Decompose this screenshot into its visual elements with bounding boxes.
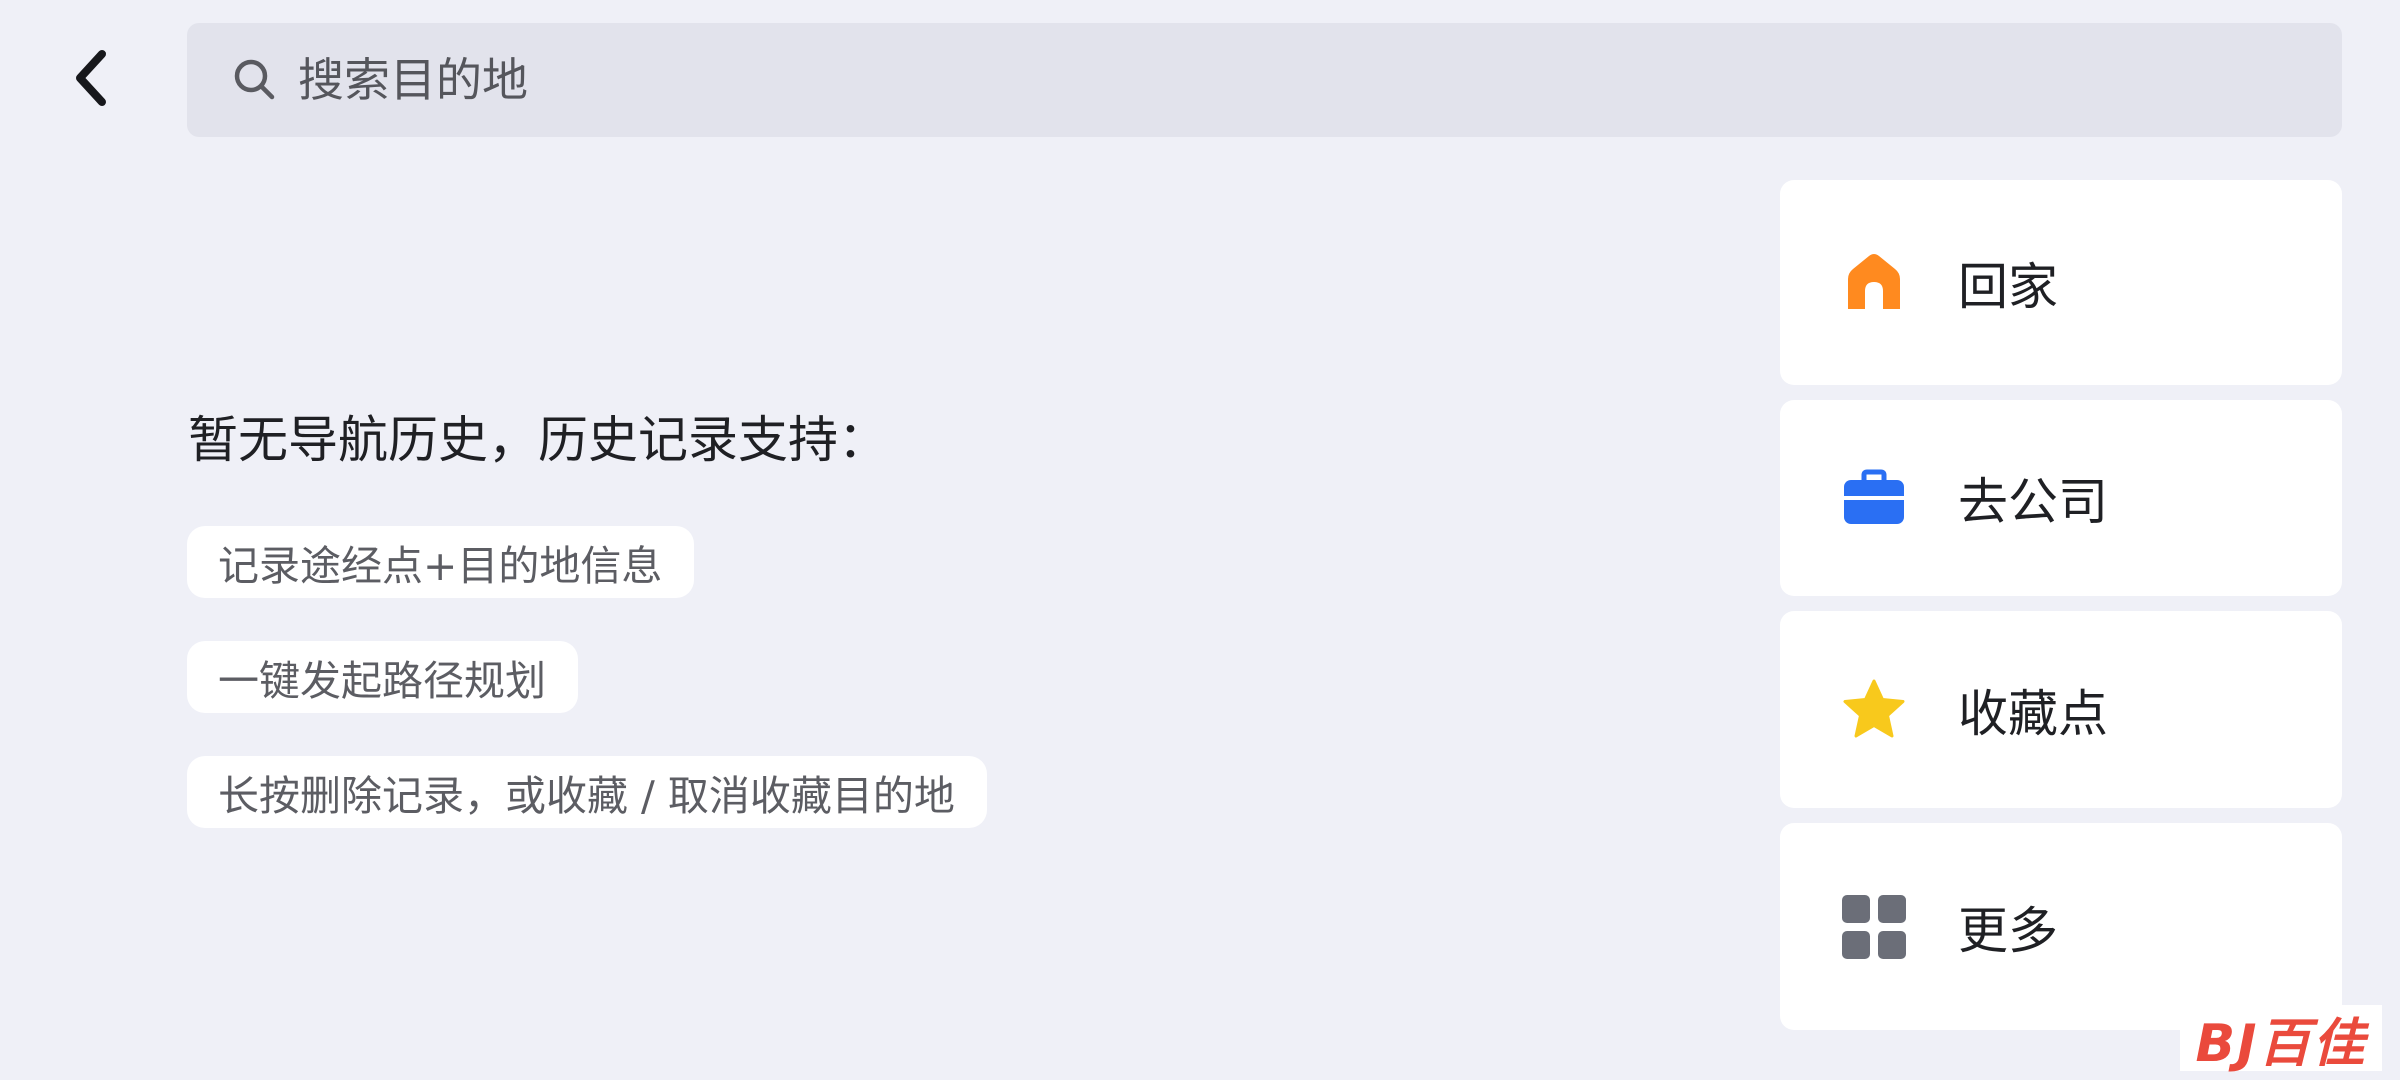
search-icon <box>232 57 278 103</box>
favorites-label: 收藏点 <box>1958 684 2108 743</box>
star-icon <box>1842 678 1906 742</box>
go-company-card[interactable]: 去公司 <box>1780 400 2342 596</box>
chevron-left-icon <box>76 50 106 106</box>
more-card[interactable]: 更多 <box>1780 823 2342 1030</box>
briefcase-icon <box>1842 466 1906 530</box>
go-home-card[interactable]: 回家 <box>1780 180 2342 385</box>
search-input[interactable] <box>298 40 2198 120</box>
back-button[interactable] <box>52 38 132 118</box>
history-tip: 记录途经点+目的地信息 <box>187 526 695 598</box>
home-icon <box>1842 251 1906 315</box>
go-home-label: 回家 <box>1958 257 2058 316</box>
grid-icon <box>1842 894 1906 959</box>
watermark-logo: BJ百佳 <box>2180 1005 2382 1074</box>
favorites-card[interactable]: 收藏点 <box>1780 611 2342 808</box>
more-label: 更多 <box>1958 901 2058 960</box>
history-empty-title: 暂无导航历史，历史记录支持： <box>188 411 888 469</box>
history-tip: 长按删除记录，或收藏 / 取消收藏目的地 <box>187 756 987 828</box>
go-company-label: 去公司 <box>1958 473 2108 531</box>
search-bar[interactable] <box>187 23 2342 137</box>
history-tip: 一键发起路径规划 <box>187 641 578 713</box>
